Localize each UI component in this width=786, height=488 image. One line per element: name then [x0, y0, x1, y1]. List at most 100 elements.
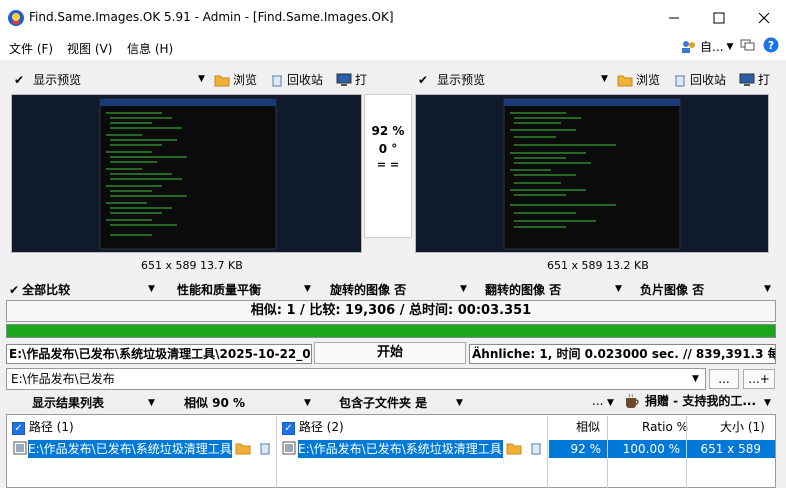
- right-image-dimensions: 651 x 589 13.2 KB: [547, 259, 649, 272]
- menu-view[interactable]: 视图 (V): [67, 40, 112, 57]
- menu-bar: [0, 36, 786, 60]
- path1-header[interactable]: ✓ 路径 (1): [12, 416, 74, 438]
- right-recycle-button[interactable]: 回收站: [673, 71, 726, 88]
- similar-header[interactable]: 相似: [576, 416, 600, 438]
- chevron-down-icon[interactable]: ▼: [304, 284, 311, 294]
- left-show-preview[interactable]: ✔ 显示预览: [14, 71, 81, 88]
- recycle-2[interactable]: [529, 440, 543, 459]
- add-folder-button[interactable]: ...+: [743, 369, 775, 389]
- chevron-down-icon[interactable]: ▼: [764, 398, 771, 408]
- chevron-down-icon[interactable]: ▼: [601, 74, 608, 84]
- windows-icon: [740, 39, 755, 51]
- image-file-icon: [13, 441, 27, 455]
- right-browse-button[interactable]: 浏览: [617, 71, 660, 88]
- chevron-down-icon[interactable]: ▼: [692, 374, 699, 384]
- chevron-down-icon[interactable]: ▼: [456, 398, 463, 408]
- folder-icon: [235, 443, 251, 455]
- speed-info: Ähnliche: 1, 时间 0.023000 sec. // 839,391…: [469, 344, 776, 364]
- checkbox-icon[interactable]: ✓: [12, 422, 25, 435]
- language-label: 自...: [700, 40, 724, 54]
- maximize-button[interactable]: [696, 0, 741, 36]
- chevron-down-icon[interactable]: ▼: [198, 74, 205, 84]
- show-result-list[interactable]: 显示结果列表: [32, 394, 104, 411]
- menu-info[interactable]: 信息 (H): [127, 40, 173, 57]
- open-folder-1[interactable]: [235, 440, 251, 459]
- donate-label: 捐赠 - 支持我的工...: [645, 394, 757, 408]
- left-open-button[interactable]: 打: [336, 71, 367, 88]
- right-open-label: 打: [758, 73, 771, 87]
- chevron-down-icon[interactable]: ▼: [607, 398, 614, 408]
- size-header[interactable]: 大小 (1): [720, 416, 765, 438]
- include-subfolders[interactable]: 包含子文件夹 是: [339, 394, 427, 411]
- row-checkbox-2[interactable]: [282, 440, 296, 459]
- monitor-icon: [336, 73, 352, 86]
- browse-folder-button[interactable]: ...: [709, 369, 739, 389]
- people-icon: [682, 40, 695, 53]
- menu-file[interactable]: 文件 (F): [9, 40, 53, 57]
- recycle-bin-icon: [272, 75, 282, 86]
- result-path2[interactable]: E:\作品发布\已发布\系统垃圾清理工具: [298, 440, 503, 458]
- folder-icon: [506, 443, 522, 455]
- window-title: Find.Same.Images.OK 5.91 - Admin - [Find…: [29, 10, 394, 24]
- result-similar[interactable]: 92 %: [549, 440, 607, 458]
- result-size[interactable]: 651 x 589: [687, 440, 775, 458]
- progress-bar: [6, 324, 776, 338]
- folder-path-field[interactable]: E:\作品发布\已发布: [6, 368, 706, 390]
- full-compare-option[interactable]: ✔ 全部比较: [9, 281, 70, 298]
- negative-images-option[interactable]: 负片图像 否: [640, 281, 704, 298]
- window-list-button[interactable]: [740, 38, 756, 55]
- language-menu[interactable]: 自... ▼: [681, 38, 733, 55]
- recycle-bin-icon: [675, 75, 685, 86]
- left-preview[interactable]: [11, 94, 362, 253]
- left-show-preview-label: 显示预览: [33, 73, 82, 87]
- result-summary: 相似: 1 / 比较: 19,306 / 总时间: 00:03.351: [6, 300, 776, 322]
- checkmark-icon: ✔: [9, 282, 20, 297]
- chevron-down-icon[interactable]: ▼: [304, 398, 311, 408]
- monitor-icon: [739, 73, 755, 86]
- help-button[interactable]: ?: [763, 37, 779, 56]
- right-show-preview-label: 显示预览: [437, 73, 486, 87]
- rotation-angle: 0 °: [378, 142, 398, 156]
- app-logo-icon: [8, 10, 24, 26]
- minimize-icon: [668, 17, 679, 19]
- chevron-down-icon[interactable]: ▼: [148, 398, 155, 408]
- right-show-preview[interactable]: ✔ 显示预览: [418, 71, 485, 88]
- rotated-images-option[interactable]: 旋转的图像 否: [330, 281, 406, 298]
- maximize-icon: [713, 12, 724, 24]
- ratio-header[interactable]: Ratio %: [642, 416, 688, 438]
- recycle-bin-icon: [531, 443, 541, 455]
- right-open-button[interactable]: 打: [739, 71, 770, 88]
- left-browse-button[interactable]: 浏览: [214, 71, 257, 88]
- full-compare-label: 全部比较: [22, 283, 71, 297]
- donate-button[interactable]: 捐赠 - 支持我的工...: [624, 392, 756, 409]
- result-path1[interactable]: E:\作品发布\已发布\系统垃圾清理工具: [28, 440, 232, 458]
- left-recycle-button[interactable]: 回收站: [270, 71, 323, 88]
- recycle-bin-icon: [260, 443, 270, 455]
- flipped-images-option[interactable]: 翻转的图像 否: [485, 281, 561, 298]
- recycle-1[interactable]: [258, 440, 272, 459]
- similarity-threshold[interactable]: 相似 90 %: [184, 394, 245, 411]
- right-preview[interactable]: [415, 94, 769, 253]
- path2-header[interactable]: ✓ 路径 (2): [282, 416, 344, 438]
- performance-option[interactable]: 性能和质量平衡: [177, 281, 261, 298]
- row-checkbox-1[interactable]: [13, 440, 27, 459]
- path2-header-label: 路径 (2): [298, 420, 344, 434]
- right-preview-image: [503, 98, 681, 250]
- equal-indicator: = =: [376, 158, 400, 171]
- left-image-dimensions: 651 x 589 13.7 KB: [141, 259, 243, 272]
- similarity-percent: 92 %: [371, 124, 405, 138]
- checkbox-icon[interactable]: ✓: [282, 422, 295, 435]
- open-folder-2[interactable]: [506, 440, 522, 459]
- chevron-down-icon[interactable]: ▼: [460, 284, 467, 294]
- more-options[interactable]: ...: [592, 394, 603, 408]
- start-button[interactable]: 开始: [314, 342, 466, 364]
- close-button[interactable]: [741, 0, 786, 36]
- chevron-down-icon[interactable]: ▼: [148, 284, 155, 294]
- checkmark-icon: ✔: [418, 72, 429, 87]
- result-ratio[interactable]: 100.00 %: [608, 440, 686, 458]
- minimize-button[interactable]: [651, 0, 696, 36]
- chevron-down-icon[interactable]: ▼: [764, 284, 771, 294]
- close-icon: [758, 12, 769, 24]
- column-divider: [547, 416, 548, 488]
- chevron-down-icon[interactable]: ▼: [615, 284, 622, 294]
